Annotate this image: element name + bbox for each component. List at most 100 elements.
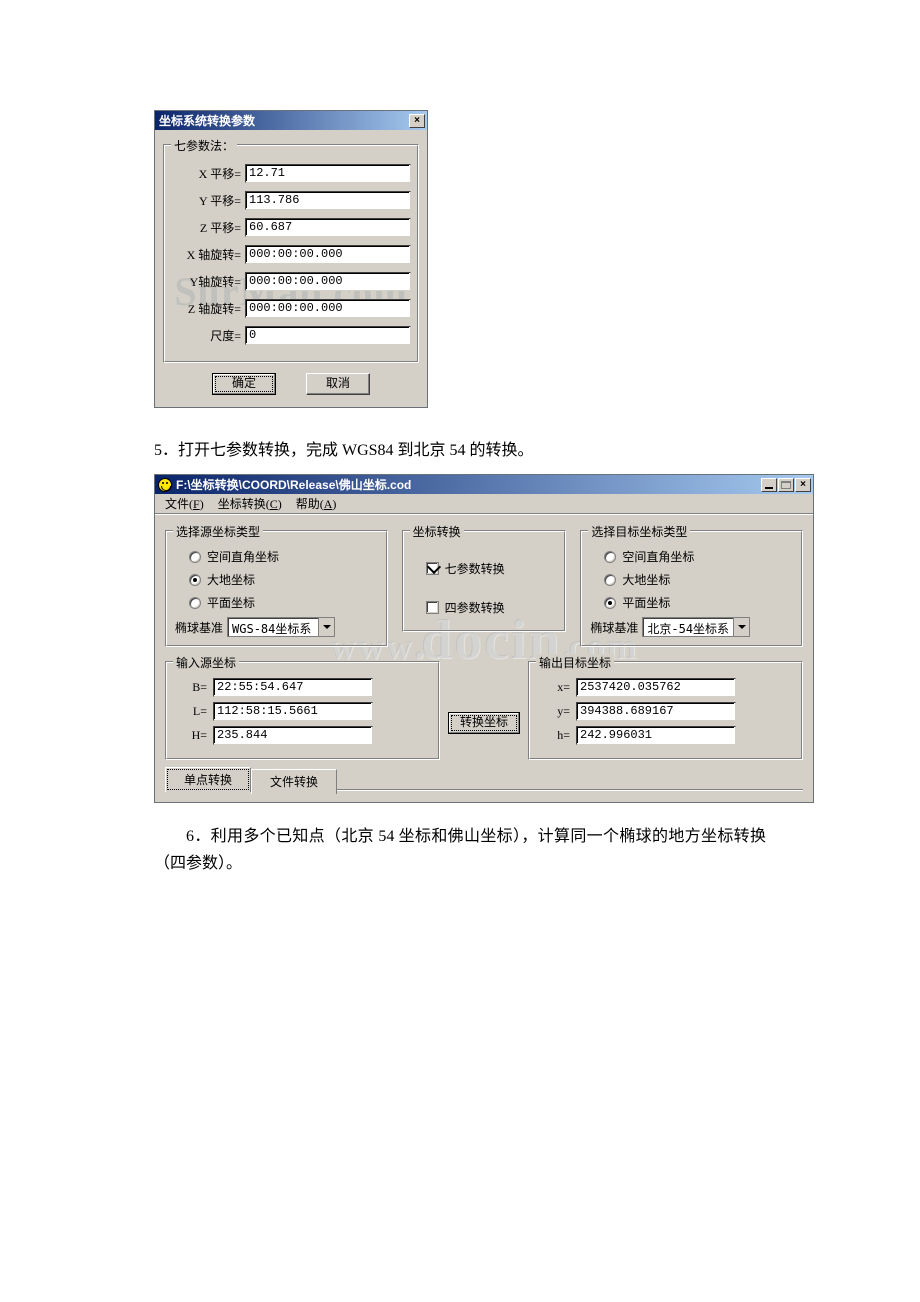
row-h: H= 235.844 bbox=[181, 726, 430, 745]
step-6-caption: 6．利用多个已知点（北京 54 坐标和佛山坐标），计算同一个椭球的地方坐标转换（… bbox=[154, 823, 766, 877]
radio-label: 大地坐标 bbox=[622, 571, 670, 588]
label: L= bbox=[181, 704, 207, 719]
minimize-icon[interactable] bbox=[761, 478, 777, 492]
combo-value: 北京-54坐标系 bbox=[643, 618, 733, 636]
check-four-param[interactable]: 四参数转换 bbox=[426, 599, 557, 616]
radio-label: 平面坐标 bbox=[622, 594, 670, 611]
menu-file[interactable]: 文件(F) bbox=[161, 493, 208, 514]
group-legend: 坐标转换 bbox=[410, 523, 464, 540]
window-titlebar: F:\坐标转换\COORD\Release\佛山坐标.cod × bbox=[155, 475, 813, 494]
checkbox-label: 四参数转换 bbox=[445, 599, 505, 616]
z-rot-input[interactable]: 000:00:00.000 bbox=[245, 299, 411, 318]
checkbox-icon bbox=[426, 562, 439, 575]
target-ellipsoid-combo[interactable]: 北京-54坐标系 bbox=[642, 617, 750, 637]
window-body: www.docin.com 选择源坐标类型 空间直角坐标 大地坐标 bbox=[155, 514, 813, 802]
target-coord-group: 输出目标坐标 x= 2537420.035762 y= 394388.68916… bbox=[528, 655, 803, 760]
close-icon[interactable]: × bbox=[795, 478, 811, 492]
checkbox-icon bbox=[426, 601, 439, 614]
radio-label: 大地坐标 bbox=[207, 571, 255, 588]
group-legend: 输入源坐标 bbox=[173, 654, 239, 671]
x-rot-input[interactable]: 000:00:00.000 bbox=[245, 245, 411, 264]
radio-label: 空间直角坐标 bbox=[207, 548, 279, 565]
row-l: L= 112:58:15.5661 bbox=[181, 702, 430, 721]
h-output[interactable]: 242.996031 bbox=[576, 726, 736, 745]
x-shift-input[interactable]: 12.71 bbox=[245, 164, 411, 183]
label: X 平移= bbox=[171, 165, 245, 182]
param-row-z-rot: Z 轴旋转= 000:00:00.000 bbox=[171, 299, 411, 318]
group-legend: 七参数法： bbox=[171, 137, 237, 154]
radio-icon bbox=[604, 597, 616, 609]
convert-options-group: 坐标转换 七参数转换 四参数转换 bbox=[402, 524, 567, 632]
tabstrip: 单点转换 文件转换 bbox=[165, 766, 803, 791]
dialog-buttons: 确定 取消 bbox=[161, 363, 421, 399]
ok-button[interactable]: 确定 bbox=[212, 373, 276, 395]
convert-button[interactable]: 转换坐标 bbox=[448, 712, 520, 734]
param-row-x-rot: X 轴旋转= 000:00:00.000 bbox=[171, 245, 411, 264]
radio-geodetic[interactable]: 大地坐标 bbox=[189, 571, 378, 588]
seven-param-group: 七参数法： X 平移= 12.71 Y 平移= 113.786 Z 平移= 60… bbox=[163, 138, 419, 363]
param-row-x-shift: X 平移= 12.71 bbox=[171, 164, 411, 183]
label: Y轴旋转= bbox=[171, 273, 245, 290]
app-icon bbox=[158, 478, 172, 492]
source-ellipsoid-combo[interactable]: WGS-84坐标系 bbox=[227, 617, 335, 637]
dialog-titlebar: 坐标系统转换参数 × bbox=[155, 111, 427, 130]
window-title: F:\坐标转换\COORD\Release\佛山坐标.cod bbox=[176, 476, 411, 493]
row-h2: h= 242.996031 bbox=[544, 726, 793, 745]
param-row-scale: 尺度= 0 bbox=[171, 326, 411, 345]
chevron-down-icon[interactable] bbox=[733, 618, 749, 636]
x-output[interactable]: 2537420.035762 bbox=[576, 678, 736, 697]
radio-icon bbox=[189, 574, 201, 586]
param-row-y-rot: Y轴旋转= 000:00:00.000 bbox=[171, 272, 411, 291]
radio-icon bbox=[604, 551, 616, 563]
check-seven-param[interactable]: 七参数转换 bbox=[426, 560, 557, 577]
seven-param-dialog: 坐标系统转换参数 × SurMap.com 七参数法： X 平移= 12.71 … bbox=[154, 110, 428, 408]
menu-convert[interactable]: 坐标转换(C) bbox=[214, 493, 286, 514]
target-type-group: 选择目标坐标类型 空间直角坐标 大地坐标 平面坐标 椭球基准 bbox=[580, 524, 803, 647]
y-output[interactable]: 394388.689167 bbox=[576, 702, 736, 721]
label: B= bbox=[181, 680, 207, 695]
combo-value: WGS-84坐标系 bbox=[228, 618, 318, 636]
checkbox-label: 七参数转换 bbox=[445, 560, 505, 577]
radio-icon bbox=[604, 574, 616, 586]
scale-input[interactable]: 0 bbox=[245, 326, 411, 345]
y-rot-input[interactable]: 000:00:00.000 bbox=[245, 272, 411, 291]
label: x= bbox=[544, 680, 570, 695]
target-ellipsoid-row: 椭球基准 北京-54坐标系 bbox=[590, 617, 793, 637]
radio-plane[interactable]: 平面坐标 bbox=[604, 594, 793, 611]
cancel-button[interactable]: 取消 bbox=[306, 373, 370, 395]
chevron-down-icon[interactable] bbox=[318, 618, 334, 636]
coord-convert-window: F:\坐标转换\COORD\Release\佛山坐标.cod × 文件(F) 坐… bbox=[154, 474, 814, 803]
y-shift-input[interactable]: 113.786 bbox=[245, 191, 411, 210]
label: Z 轴旋转= bbox=[171, 300, 245, 317]
maximize-icon[interactable] bbox=[778, 478, 794, 492]
dialog-title: 坐标系统转换参数 bbox=[159, 112, 255, 129]
ellipsoid-label: 椭球基准 bbox=[590, 619, 638, 636]
source-ellipsoid-row: 椭球基准 WGS-84坐标系 bbox=[175, 617, 378, 637]
group-legend: 选择目标坐标类型 bbox=[588, 523, 690, 540]
radio-plane[interactable]: 平面坐标 bbox=[189, 594, 378, 611]
radio-label: 平面坐标 bbox=[207, 594, 255, 611]
radio-icon bbox=[189, 597, 201, 609]
source-coord-group: 输入源坐标 B= 22:55:54.647 L= 112:58:15.5661 … bbox=[165, 655, 440, 760]
tab-file[interactable]: 文件转换 bbox=[251, 769, 337, 794]
radio-space-rect[interactable]: 空间直角坐标 bbox=[189, 548, 378, 565]
h-input[interactable]: 235.844 bbox=[213, 726, 373, 745]
radio-space-rect[interactable]: 空间直角坐标 bbox=[604, 548, 793, 565]
z-shift-input[interactable]: 60.687 bbox=[245, 218, 411, 237]
row-b: B= 22:55:54.647 bbox=[181, 678, 430, 697]
close-icon[interactable]: × bbox=[409, 114, 425, 128]
row-y: y= 394388.689167 bbox=[544, 702, 793, 721]
radio-geodetic[interactable]: 大地坐标 bbox=[604, 571, 793, 588]
param-row-z-shift: Z 平移= 60.687 bbox=[171, 218, 411, 237]
step-5-caption: 5．打开七参数转换，完成 WGS84 到北京 54 的转换。 bbox=[154, 436, 766, 460]
convert-button-wrap: 转换坐标 bbox=[440, 655, 528, 760]
menu-help[interactable]: 帮助(A) bbox=[292, 493, 341, 514]
radio-icon bbox=[189, 551, 201, 563]
tab-single-point[interactable]: 单点转换 bbox=[165, 767, 251, 792]
label: y= bbox=[544, 704, 570, 719]
b-input[interactable]: 22:55:54.647 bbox=[213, 678, 373, 697]
l-input[interactable]: 112:58:15.5661 bbox=[213, 702, 373, 721]
group-legend: 选择源坐标类型 bbox=[173, 523, 263, 540]
row-x: x= 2537420.035762 bbox=[544, 678, 793, 697]
param-row-y-shift: Y 平移= 113.786 bbox=[171, 191, 411, 210]
